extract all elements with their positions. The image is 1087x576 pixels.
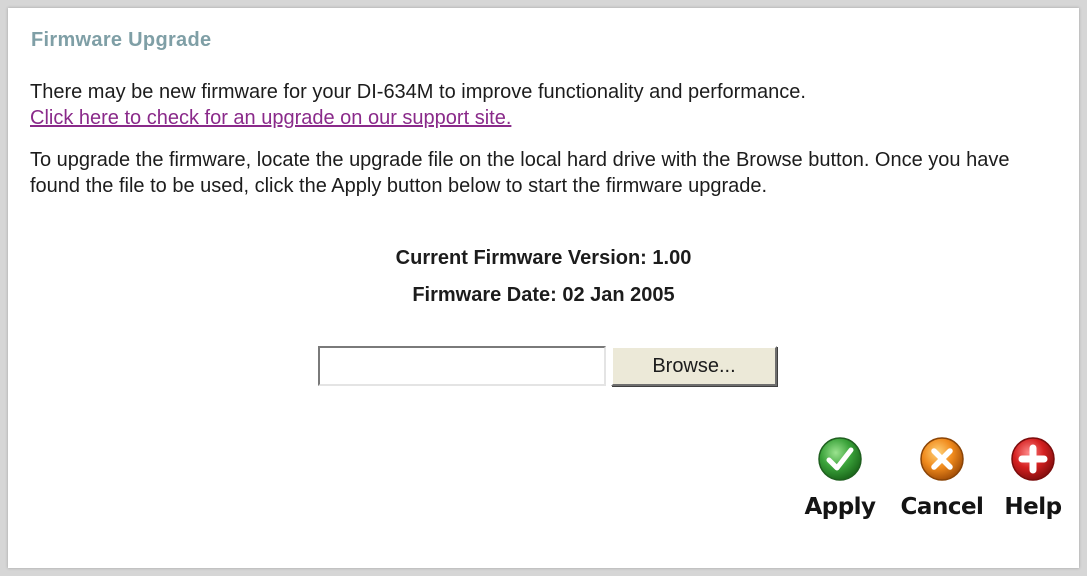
x-icon xyxy=(920,437,964,481)
cancel-button[interactable]: Cancel xyxy=(892,436,992,520)
page-title: Firmware Upgrade xyxy=(31,29,212,51)
apply-label: Apply xyxy=(804,494,876,520)
firmware-date: Firmware Date: 02 Jan 2005 xyxy=(412,284,675,306)
help-label: Help xyxy=(1004,494,1062,520)
file-path-input[interactable] xyxy=(318,346,606,386)
instructions-text: To upgrade the firmware, locate the upgr… xyxy=(30,149,1010,197)
browse-button[interactable]: Browse... xyxy=(611,346,777,386)
apply-button[interactable]: Apply xyxy=(795,436,885,520)
support-link[interactable]: Click here to check for an upgrade on ou… xyxy=(30,105,511,131)
firmware-version: Current Firmware Version: 1.00 xyxy=(395,247,692,269)
firmware-panel: Firmware Upgrade There may be new firmwa… xyxy=(8,8,1079,568)
intro-text: There may be new firmware for your DI-63… xyxy=(30,81,806,103)
help-button[interactable]: Help xyxy=(998,436,1068,520)
checkmark-icon xyxy=(818,437,862,481)
plus-icon xyxy=(1011,437,1055,481)
cancel-label: Cancel xyxy=(900,494,984,520)
